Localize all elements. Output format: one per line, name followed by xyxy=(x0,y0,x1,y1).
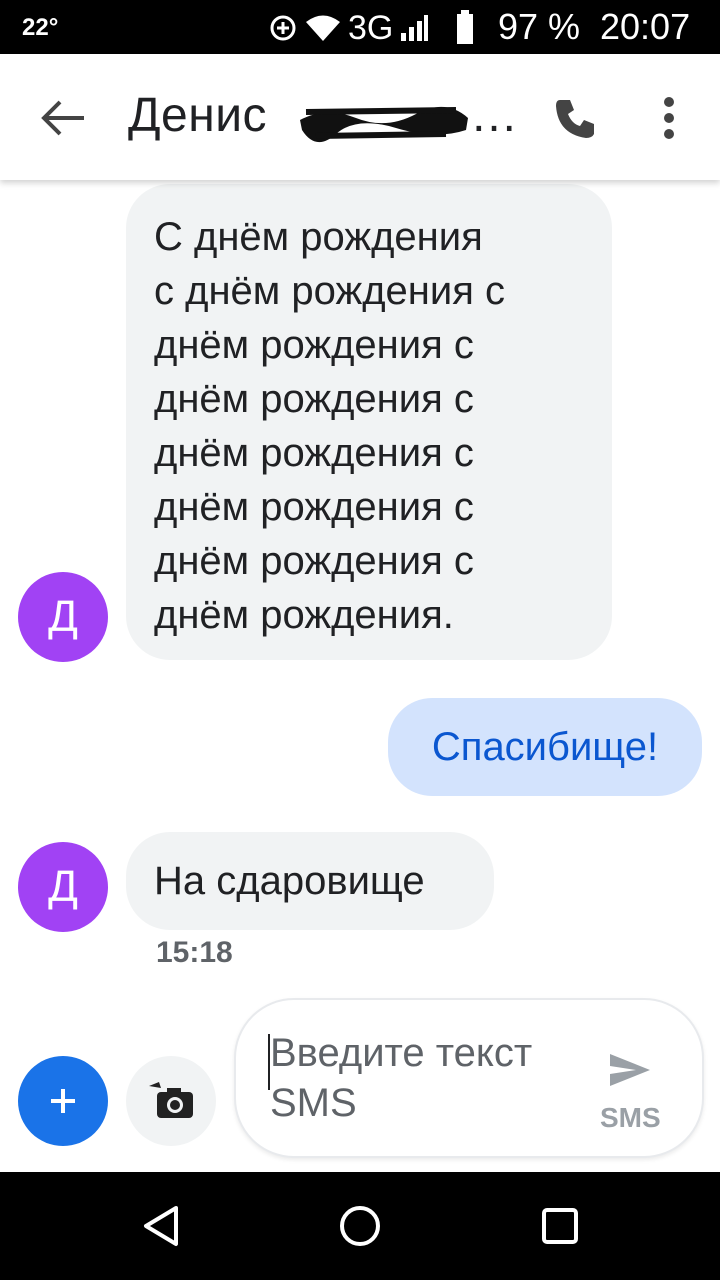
send-sms-button[interactable]: SMS xyxy=(600,1052,662,1142)
phone-icon[interactable] xyxy=(552,94,600,142)
message-timestamp: 15:18 xyxy=(156,936,233,969)
message-line: днём рождения с xyxy=(154,539,474,583)
message-line: днём рождения с xyxy=(154,485,474,529)
contact-avatar[interactable]: Д xyxy=(18,572,108,662)
signal-icon xyxy=(401,15,429,41)
camera-icon xyxy=(149,1082,193,1118)
more-vert-icon[interactable] xyxy=(654,94,684,142)
placeholder-line: SMS xyxy=(270,1081,357,1125)
message-line: днём рождения с xyxy=(154,431,474,475)
message-text: На сдаровище xyxy=(154,859,425,903)
message-text: С днём рождения с днём рождения с днём р… xyxy=(154,210,505,642)
contact-name[interactable]: Денис xyxy=(128,88,267,143)
incoming-message-bubble[interactable]: С днём рождения с днём рождения с днём р… xyxy=(126,184,612,660)
send-label: SMS xyxy=(600,1102,661,1133)
message-line: с днём рождения с xyxy=(154,269,505,313)
plus-icon xyxy=(51,1089,75,1113)
add-attachment-button[interactable] xyxy=(18,1056,108,1146)
outgoing-message-bubble[interactable]: Спасибище! xyxy=(388,698,702,796)
camera-button[interactable] xyxy=(126,1056,216,1146)
message-text: Спасибище! xyxy=(431,724,659,769)
nav-back-icon[interactable] xyxy=(140,1204,182,1248)
app-bar: Денис … xyxy=(0,54,720,180)
clock: 20:07 xyxy=(600,6,691,47)
message-line: С днём рождения xyxy=(154,215,483,259)
name-ellipsis: … xyxy=(470,89,518,142)
incoming-message-bubble[interactable]: На сдаровище xyxy=(126,832,494,930)
message-line: днём рождения с xyxy=(154,323,474,367)
compose-placeholder: Введите текст SMS xyxy=(270,1028,532,1128)
navigation-bar xyxy=(0,1172,720,1280)
redaction-scribble xyxy=(300,106,468,143)
nav-home-icon[interactable] xyxy=(338,1204,382,1248)
placeholder-line: Введите текст xyxy=(270,1031,533,1075)
send-icon xyxy=(610,1054,650,1086)
data-saver-icon xyxy=(270,15,296,41)
wifi-icon xyxy=(306,15,340,41)
status-icons: 3G xyxy=(268,8,489,48)
battery-percent: 97 % xyxy=(498,6,581,47)
network-type: 3G xyxy=(348,8,394,47)
temperature: 22° xyxy=(22,14,59,41)
nav-recents-icon[interactable] xyxy=(540,1206,580,1246)
message-line: днём рождения с xyxy=(154,377,474,421)
contact-avatar[interactable]: Д xyxy=(18,842,108,932)
back-arrow-icon[interactable] xyxy=(38,96,88,140)
status-bar: 22° 3G 97 % 20:07 xyxy=(0,0,720,54)
message-line: днём рождения. xyxy=(154,593,454,637)
battery-icon xyxy=(457,10,474,44)
message-compose-field[interactable]: Введите текст SMS SMS xyxy=(234,998,704,1158)
